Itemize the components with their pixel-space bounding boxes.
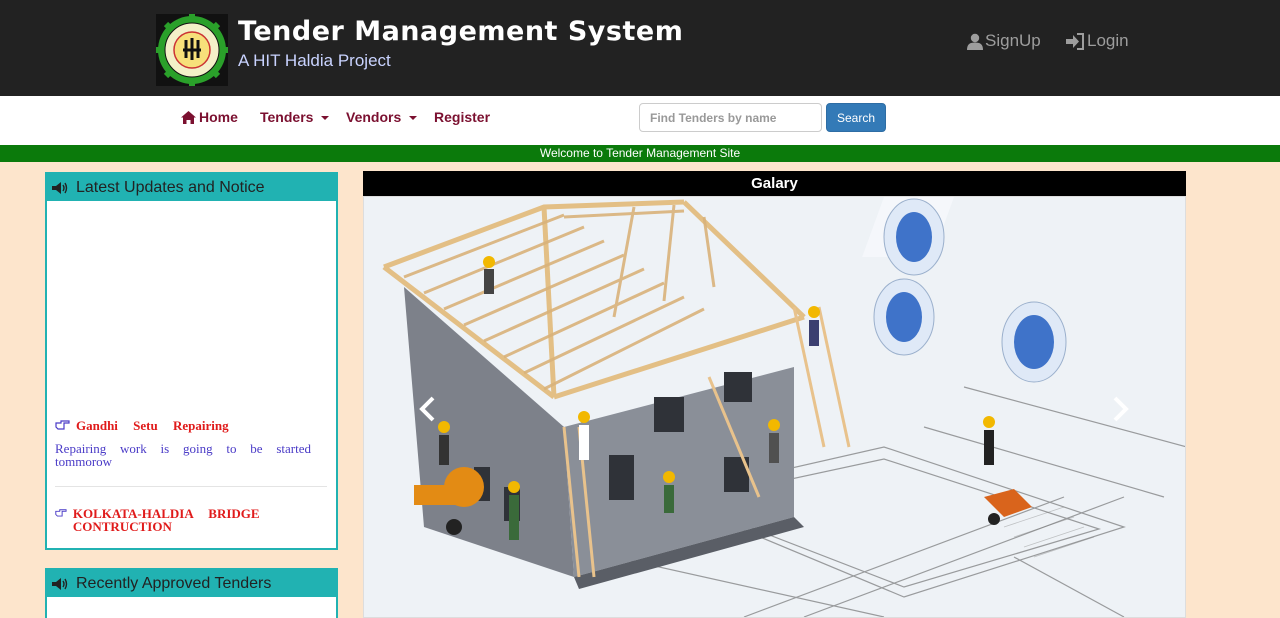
user-icon xyxy=(967,33,983,50)
nav-tenders-label: Tenders xyxy=(260,109,314,125)
tender-search-input[interactable] xyxy=(639,103,822,132)
caret-down-icon xyxy=(409,116,418,120)
approved-panel-header: Recently Approved Tenders xyxy=(47,570,336,597)
site-title: Tender Management System xyxy=(238,16,684,47)
updates-panel: Latest Updates and Notice Gandhi Setu Re… xyxy=(45,172,338,550)
nav-vendors-dropdown[interactable]: Vendors xyxy=(346,109,418,125)
signup-label: SignUp xyxy=(985,31,1041,50)
pointing-hand-icon xyxy=(55,420,70,430)
volume-icon xyxy=(52,181,68,194)
gallery-slide-image xyxy=(364,197,1185,617)
caret-down-icon xyxy=(321,116,330,120)
notice-divider xyxy=(55,486,327,487)
carousel-prev-button[interactable] xyxy=(418,396,436,427)
institute-logo xyxy=(156,14,228,86)
chevron-left-icon xyxy=(419,396,435,422)
chevron-right-icon xyxy=(1113,396,1129,422)
approved-tenders-panel: Recently Approved Tenders xyxy=(45,568,338,618)
notice-title: KOLKATA-HALDIA BRIDGE CONTRUCTION xyxy=(72,506,260,534)
updates-panel-title: Latest Updates and Notice xyxy=(76,178,265,196)
login-icon xyxy=(1066,32,1084,50)
notice-body: Repairing work is going to be started to… xyxy=(55,441,311,469)
gallery-carousel[interactable] xyxy=(363,196,1186,618)
nav-tenders-dropdown[interactable]: Tenders xyxy=(260,109,330,125)
approved-panel-title: Recently Approved Tenders xyxy=(76,574,272,592)
notice-item[interactable]: KOLKATA-HALDIA BRIDGE CONTRUCTION xyxy=(55,507,311,533)
search-button[interactable]: Search xyxy=(826,103,886,132)
site-subtitle: A HIT Haldia Project xyxy=(238,51,391,70)
nav-home[interactable]: Home xyxy=(181,109,238,125)
nav-home-label: Home xyxy=(199,109,238,125)
nav-register-label: Register xyxy=(434,109,491,125)
home-icon xyxy=(181,110,196,124)
notice-item[interactable]: Gandhi Setu Repairing Repairing work is … xyxy=(55,419,311,468)
signup-link[interactable]: SignUp xyxy=(967,31,1041,51)
pointing-hand-icon xyxy=(55,509,67,517)
carousel-next-button[interactable] xyxy=(1112,396,1130,427)
main-navbar: Home Tenders Vendors Register Search xyxy=(0,96,1280,145)
welcome-marquee: Welcome to Tender Management Site xyxy=(0,145,1280,162)
nav-register[interactable]: Register xyxy=(434,109,490,125)
updates-panel-header: Latest Updates and Notice xyxy=(47,174,336,201)
gallery-title: Galary xyxy=(363,171,1186,196)
login-label: Login xyxy=(1087,31,1129,50)
top-header: Tender Management System A HIT Haldia Pr… xyxy=(0,0,1280,96)
login-link[interactable]: Login xyxy=(1066,31,1129,51)
volume-icon xyxy=(52,577,68,590)
nav-vendors-label: Vendors xyxy=(346,109,402,125)
notice-title: Gandhi Setu Repairing xyxy=(76,418,229,433)
